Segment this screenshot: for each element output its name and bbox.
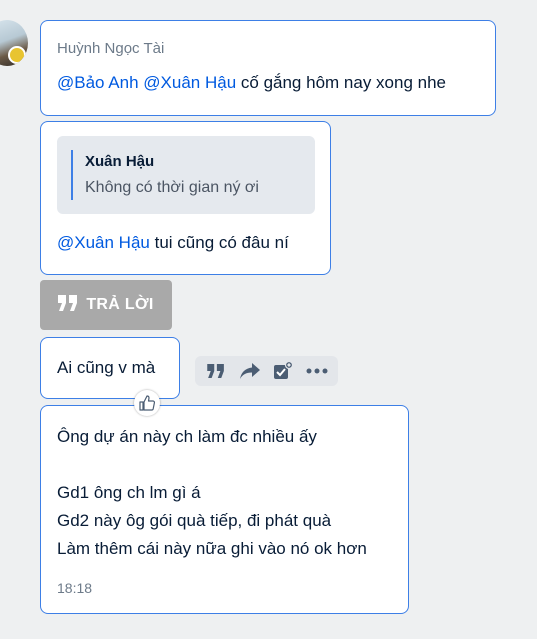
- message-text: @Bảo Anh @Xuân Hậu cố gắng hôm nay xong …: [57, 69, 446, 97]
- message-body: cố gắng hôm nay xong nhe: [240, 73, 446, 92]
- message-timestamp: 18:18: [57, 580, 93, 596]
- message-body: Ai cũng v mà: [57, 358, 156, 377]
- quote-sender: Xuân Hậu: [85, 153, 155, 170]
- quote-icon[interactable]: [202, 357, 230, 385]
- reply-button[interactable]: TRẢ LỜI: [40, 280, 172, 330]
- message-bubble-4[interactable]: Ông dự án này ch làm đc nhiều ấy Gd1 ông…: [40, 405, 409, 614]
- message-actions-toolbar: [195, 356, 338, 386]
- message-line: Làm thêm cái này nữa ghi vào nó ok hơn: [57, 539, 367, 558]
- avatar-badge-icon: [8, 46, 26, 64]
- sender-avatar[interactable]: [0, 20, 28, 66]
- quote-bar: [71, 150, 73, 200]
- reply-button-label: TRẢ LỜI: [86, 296, 154, 313]
- forward-icon[interactable]: [236, 357, 264, 385]
- message-bubble-2[interactable]: Xuân Hậu Không có thời gian ný ơi @Xuân …: [40, 121, 331, 275]
- more-icon[interactable]: [303, 357, 331, 385]
- todo-icon[interactable]: [269, 357, 297, 385]
- message-body: tui cũng có đâu ní: [154, 233, 289, 252]
- quote-icon: [58, 294, 78, 316]
- quote-text: Không có thời gian ný ơi: [85, 179, 259, 196]
- mention-bao-anh[interactable]: @Bảo Anh: [57, 73, 139, 92]
- message-line: Gd2 này ôg gói quà tiếp, đi phát quà: [57, 511, 332, 530]
- message-bubble-3[interactable]: Ai cũng v mà: [40, 337, 180, 399]
- message-line: [57, 451, 367, 479]
- like-icon[interactable]: [134, 390, 160, 416]
- mention-xuan-hau[interactable]: @Xuân Hậu: [57, 233, 150, 252]
- message-body: Ông dự án này ch làm đc nhiều ấy Gd1 ông…: [57, 423, 367, 563]
- sender-name[interactable]: Huỳnh Ngọc Tài: [57, 40, 164, 57]
- message-line: Ông dự án này ch làm đc nhiều ấy: [57, 427, 317, 446]
- message-line: Gd1 ông ch lm gì á: [57, 483, 201, 502]
- message-bubble-1[interactable]: Huỳnh Ngọc Tài @Bảo Anh @Xuân Hậu cố gắn…: [40, 20, 496, 116]
- mention-xuan-hau[interactable]: @Xuân Hậu: [143, 73, 236, 92]
- message-text: @Xuân Hậu tui cũng có đâu ní: [57, 229, 289, 257]
- quoted-message[interactable]: Xuân Hậu Không có thời gian ný ơi: [57, 136, 315, 214]
